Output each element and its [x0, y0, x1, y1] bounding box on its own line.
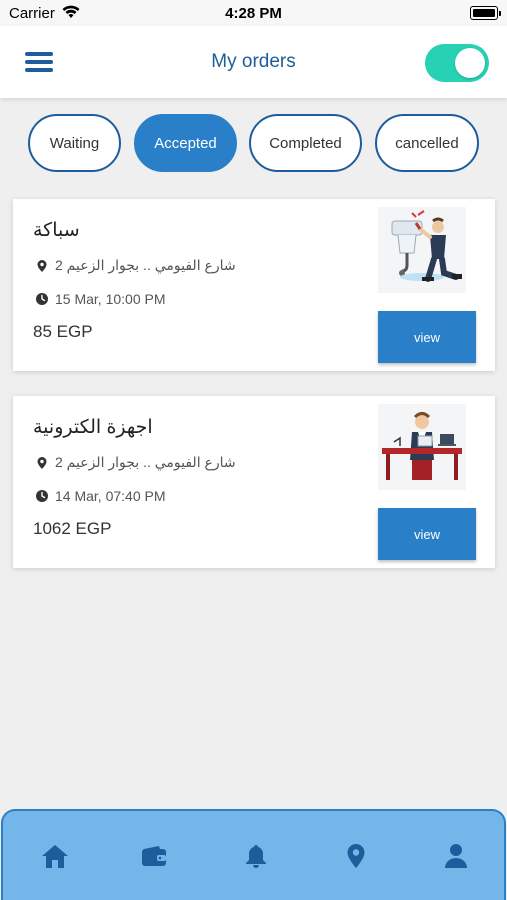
view-order-button[interactable]: view: [378, 311, 476, 363]
toggle-knob: [455, 48, 485, 78]
order-address: شارع الفيومي .. بجوار الزعيم 2: [35, 257, 236, 274]
location-pin-icon: [35, 259, 49, 273]
clock-icon: [35, 489, 49, 503]
tab-cancelled[interactable]: cancelled: [375, 114, 479, 172]
order-address-text: شارع الفيومي .. بجوار الزعيم 2: [55, 257, 236, 273]
location-pin-icon[interactable]: [341, 841, 371, 871]
battery-icon: [470, 6, 501, 20]
order-title: اجهزة الكترونية: [33, 417, 153, 438]
status-bar: Carrier 4:28 PM: [0, 0, 507, 26]
order-date: 15 Mar, 10:00 PM: [35, 291, 166, 307]
plumber-illustration: [378, 207, 466, 293]
bottom-navigation: [1, 809, 506, 900]
order-address: شارع الفيومي .. بجوار الزعيم 2: [35, 454, 236, 471]
availability-toggle[interactable]: [425, 44, 489, 82]
tab-waiting[interactable]: Waiting: [28, 114, 121, 172]
clock-icon: [35, 292, 49, 306]
order-date: 14 Mar, 07:40 PM: [35, 488, 166, 504]
order-card: سباكة شارع الفيومي .. بجوار الزعيم 2 15 …: [13, 199, 495, 371]
order-date-text: 15 Mar, 10:00 PM: [55, 291, 166, 307]
user-icon[interactable]: [441, 841, 471, 871]
tab-accepted[interactable]: Accepted: [134, 114, 237, 172]
order-price: 85 EGP: [33, 322, 93, 341]
order-card: اجهزة الكترونية شارع الفيومي .. بجوار ال…: [13, 396, 495, 568]
home-icon[interactable]: [40, 841, 70, 871]
app-header: My orders: [0, 26, 507, 98]
order-price: 1062 EGP: [33, 519, 112, 538]
location-pin-icon: [35, 456, 49, 470]
bell-icon[interactable]: [241, 841, 271, 871]
order-address-text: شارع الفيومي .. بجوار الزعيم 2: [55, 454, 236, 470]
technician-desk-illustration: [378, 404, 466, 490]
order-title: سباكة: [33, 220, 80, 241]
order-date-text: 14 Mar, 07:40 PM: [55, 488, 166, 504]
status-time: 4:28 PM: [225, 5, 282, 22]
wallet-icon[interactable]: [139, 841, 169, 871]
view-order-button[interactable]: view: [378, 508, 476, 560]
tab-completed[interactable]: Completed: [249, 114, 362, 172]
